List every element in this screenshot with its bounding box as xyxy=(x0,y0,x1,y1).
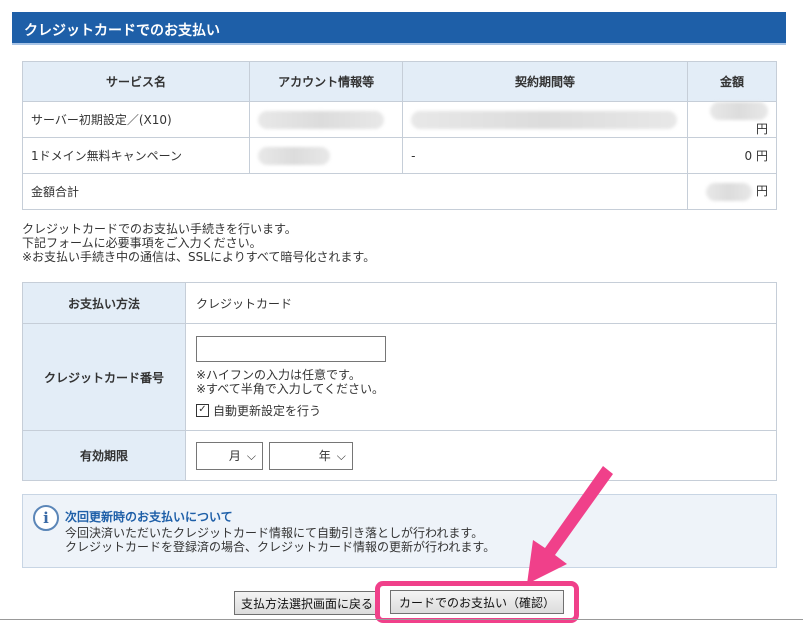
info-text: 今回決済いただいたクレジットカード情報にて自動引き落としが行われます。 クレジッ… xyxy=(65,526,495,554)
redacted-value xyxy=(258,110,385,129)
info-line: クレジットカードを登録済の場合、クレジットカード情報の更新が行われます。 xyxy=(65,540,496,554)
notice-line: ※お支払い手続き中の通信は、SSLによりすべて暗号化されます。 xyxy=(22,250,376,264)
form-row-card: クレジットカード番号 ※ハイフンの入力は任意です。 ※すべて半角で入力してくださ… xyxy=(22,323,777,431)
expiry-label: 有効期限 xyxy=(22,430,186,481)
auto-renew-checkbox[interactable]: ✓ xyxy=(196,403,209,417)
page-title: クレジットカードでのお支払い xyxy=(12,12,786,45)
service-name: 1ドメイン無料キャンペーン xyxy=(21,137,251,174)
form-row-method: お支払い方法 クレジットカード xyxy=(22,282,777,324)
info-icon: i xyxy=(33,505,59,531)
amount: 円 xyxy=(687,101,777,138)
redacted-value xyxy=(411,110,678,129)
account-info xyxy=(249,101,404,138)
expiry-year-select[interactable]: 年 ⌵ xyxy=(268,441,353,470)
yen-unit: 円 xyxy=(755,122,768,136)
method-value: クレジットカード xyxy=(185,282,777,324)
method-label: お支払い方法 xyxy=(22,282,186,324)
auto-renew-option[interactable]: ✓ 自動更新設定を行う xyxy=(196,402,766,419)
column-header-account: アカウント情報等 xyxy=(249,61,404,102)
card-number-cell: ※ハイフンの入力は任意です。 ※すべて半角で入力してください。 ✓ 自動更新設定… xyxy=(185,323,777,431)
payment-page: クレジットカードでのお支払い サービス名 アカウント情報等 契約期間等 金額 サ… xyxy=(0,0,803,639)
expiry-cell: 月 ⌵ 年 ⌵ xyxy=(185,430,777,481)
payment-form: お支払い方法 クレジットカード クレジットカード番号 ※ハイフンの入力は任意です… xyxy=(22,282,777,481)
info-title: 次回更新時のお支払いについて xyxy=(65,510,233,524)
table-row: 1ドメイン無料キャンペーン - 0 円 xyxy=(21,137,777,174)
amount: 0 円 xyxy=(687,137,777,174)
column-header-amount: 金額 xyxy=(687,61,777,102)
yen-unit: 円 xyxy=(755,184,768,199)
order-summary-table: サービス名 アカウント情報等 契約期間等 金額 サーバー初期設定／(X10) 円… xyxy=(21,61,777,210)
card-hint-2: ※すべて半角で入力してください。 xyxy=(196,381,385,396)
chevron-down-icon: ⌵ xyxy=(246,448,256,463)
redacted-value xyxy=(710,102,768,120)
renewal-info-box: i 次回更新時のお支払いについて 今回決済いただいたクレジットカード情報にて自動… xyxy=(22,494,777,568)
yen-unit: 円 xyxy=(755,149,768,163)
column-header-period: 契約期間等 xyxy=(402,61,689,102)
total-row: 金額合計 円 xyxy=(21,173,777,210)
month-value: 月 xyxy=(228,449,241,463)
service-name: サーバー初期設定／(X10) xyxy=(21,101,251,138)
card-number-input[interactable] xyxy=(196,335,386,362)
account-info xyxy=(249,137,404,174)
divider xyxy=(0,619,803,620)
amount-value: 0 xyxy=(744,149,753,163)
table-header-row: サービス名 アカウント情報等 契約期間等 金額 xyxy=(21,61,777,102)
chevron-down-icon: ⌵ xyxy=(336,448,346,463)
notice-line: クレジットカードでのお支払い手続きを行います。 xyxy=(22,222,297,236)
form-row-expiry: 有効期限 月 ⌵ 年 ⌵ xyxy=(22,430,777,481)
period-info: - xyxy=(402,137,689,174)
payment-notice: クレジットカードでのお支払い手続きを行います。 下記フォームに必要事項をご入力く… xyxy=(22,222,375,264)
auto-renew-label: 自動更新設定を行う xyxy=(213,403,322,418)
pointer-arrow-icon xyxy=(527,466,613,584)
expiry-month-select[interactable]: 月 ⌵ xyxy=(196,441,263,470)
notice-line: 下記フォームに必要事項をご入力ください。 xyxy=(22,236,262,250)
year-value: 年 xyxy=(318,449,331,463)
total-label: 金額合計 xyxy=(21,173,689,210)
back-to-method-button[interactable]: 支払方法選択画面に戻る xyxy=(234,591,380,615)
period-info xyxy=(402,101,689,138)
table-row: サーバー初期設定／(X10) 円 xyxy=(21,101,777,138)
total-amount: 円 xyxy=(687,173,777,210)
redacted-value xyxy=(706,182,753,201)
redacted-value xyxy=(258,146,331,165)
card-hint-1: ※ハイフンの入力は任意です。 xyxy=(196,367,361,382)
column-header-service: サービス名 xyxy=(21,61,251,102)
info-line: 今回決済いただいたクレジットカード情報にて自動引き落としが行われます。 xyxy=(65,526,484,540)
confirm-card-payment-button[interactable]: カードでのお支払い（確認） xyxy=(390,590,564,614)
card-number-label: クレジットカード番号 xyxy=(22,323,186,431)
